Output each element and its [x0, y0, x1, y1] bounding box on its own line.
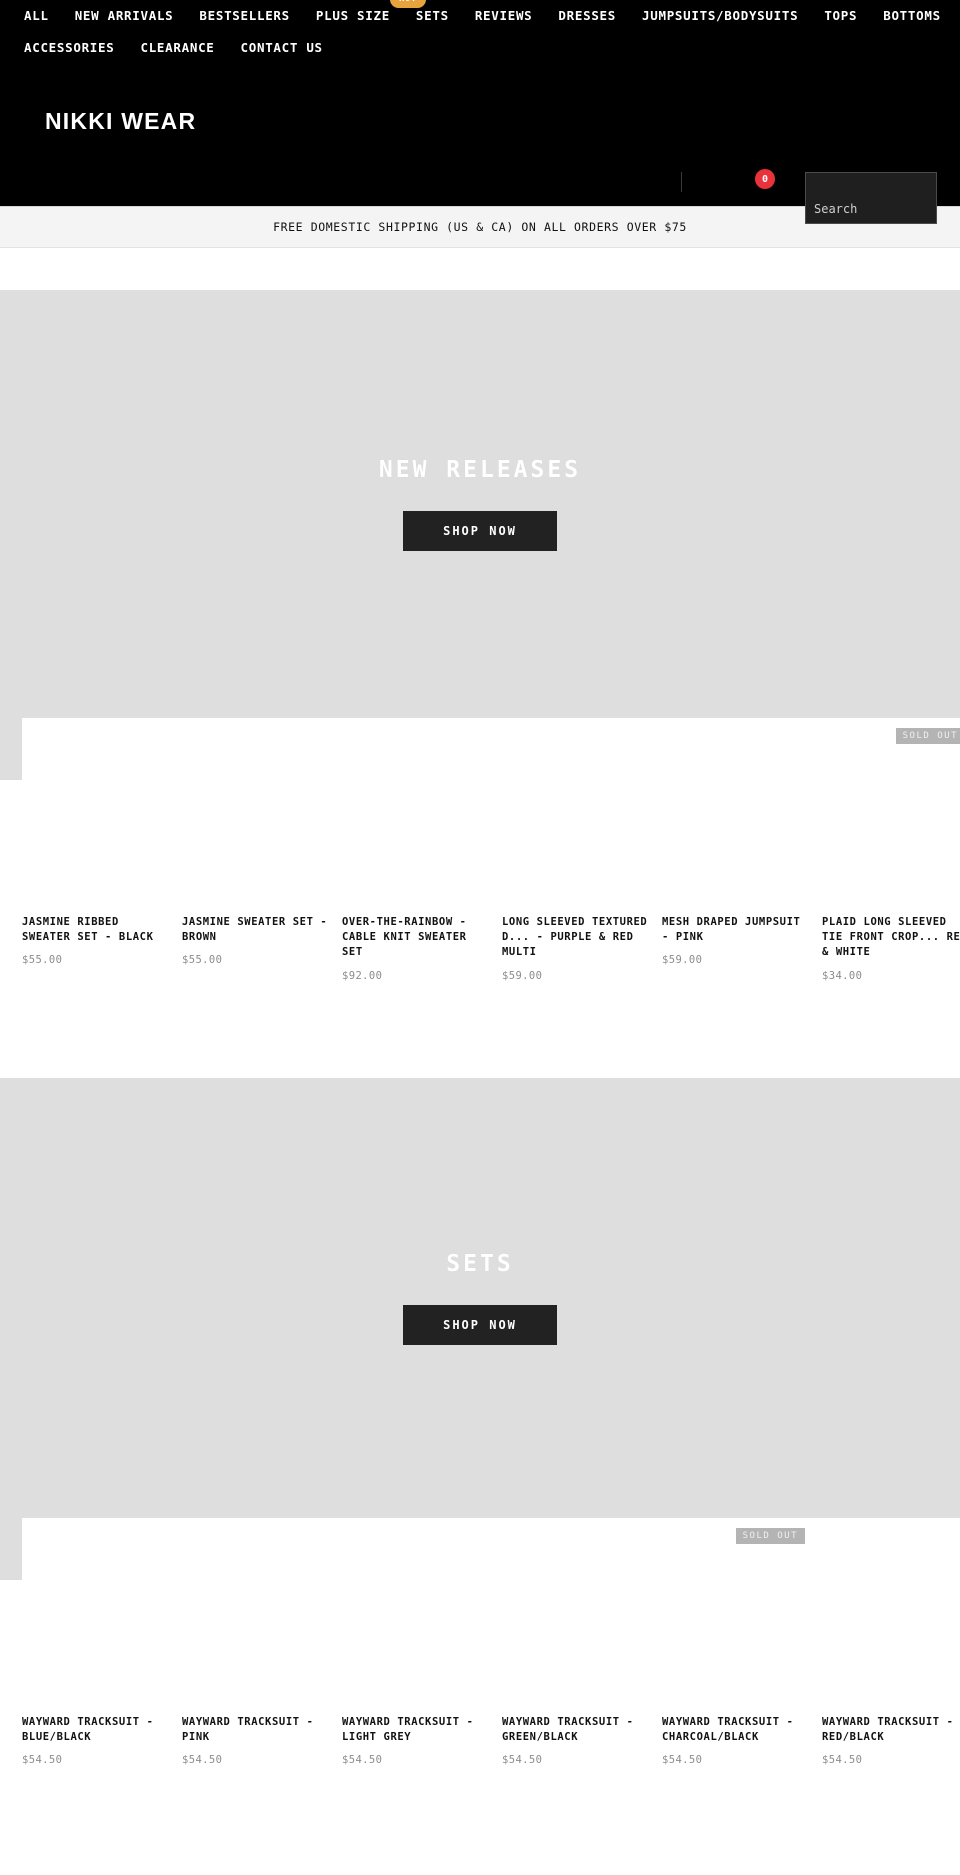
- product-row-sets: WAYWARD TRACKSUIT - BLUE/BLACK $54.50 WA…: [0, 1517, 960, 1767]
- nav-item-new-arrivals[interactable]: NEW ARRIVALS: [75, 8, 174, 23]
- nav-item-contact-us[interactable]: CONTACT US: [241, 40, 323, 55]
- product-card[interactable]: SOLD OUT PLAID LONG SLEEVED TIE FRONT CR…: [822, 718, 960, 982]
- product-title: PLAID LONG SLEEVED TIE FRONT CROP... RED…: [822, 916, 960, 959]
- product-title: WAYWARD TRACKSUIT - BLUE/BLACK: [22, 1715, 154, 1743]
- product-price: $54.50: [182, 1754, 223, 1767]
- nav-item-clearance[interactable]: CLEARANCE: [140, 40, 214, 55]
- hero-new-releases[interactable]: NEW RELEASES SHOP NOW: [0, 290, 960, 718]
- product-image[interactable]: [182, 718, 329, 903]
- product-card[interactable]: WAYWARD TRACKSUIT - LIGHT GREY $54.50: [342, 1517, 502, 1767]
- product-card[interactable]: WAYWARD TRACKSUIT - BLUE/BLACK $54.50: [22, 1517, 182, 1767]
- product-strip-new-releases[interactable]: JASMINE RIBBED SWEATER SET - BLACK $55.0…: [22, 718, 960, 982]
- hero-title-sets: SETS: [446, 1250, 514, 1277]
- product-card[interactable]: LONG SLEEVED TEXTURED D... - PURPLE & RE…: [502, 718, 662, 982]
- product-card[interactable]: WAYWARD TRACKSUIT - PINK $54.50: [182, 1517, 342, 1767]
- product-title: JASMINE SWEATER SET - BROWN: [182, 916, 328, 944]
- product-price: $54.50: [502, 1754, 543, 1767]
- product-price: $55.00: [182, 954, 223, 967]
- nav-item-bestsellers[interactable]: BESTSELLERS: [199, 8, 289, 23]
- product-strip-sets[interactable]: WAYWARD TRACKSUIT - BLUE/BLACK $54.50 WA…: [22, 1517, 960, 1767]
- product-image[interactable]: [342, 1517, 489, 1703]
- product-title: LONG SLEEVED TEXTURED D... - PURPLE & RE…: [502, 916, 648, 959]
- product-image[interactable]: [22, 1517, 169, 1703]
- product-image[interactable]: [342, 718, 489, 903]
- product-image[interactable]: [22, 718, 169, 903]
- nav-row-primary: ALL NEW ARRIVALS BESTSELLERS PLUS SIZE S…: [24, 0, 940, 31]
- shop-now-button-new-releases[interactable]: SHOP NOW: [403, 511, 557, 551]
- nav-item-sets[interactable]: SETS: [416, 8, 449, 23]
- product-title: OVER-THE-RAINBOW - CABLE KNIT SWEATER SE…: [342, 916, 467, 959]
- product-image[interactable]: SOLD OUT: [662, 1517, 809, 1703]
- nav-item-all[interactable]: ALL: [24, 8, 49, 23]
- search-input[interactable]: [805, 172, 937, 224]
- nav-item-jumpsuits-bodysuits[interactable]: JUMPSUITS/BODYSUITS: [642, 8, 798, 23]
- nav-item-bottoms[interactable]: BOTTOMS: [883, 8, 941, 23]
- product-image[interactable]: [822, 1517, 960, 1703]
- product-card[interactable]: MESH DRAPED JUMPSUIT - PINK $59.00: [662, 718, 822, 982]
- product-title: WAYWARD TRACKSUIT - GREEN/BLACK: [502, 1715, 634, 1743]
- promo-badge: HOT: [390, 0, 426, 8]
- site-logo[interactable]: NIKKI WEAR: [45, 108, 196, 135]
- nav-item-tops[interactable]: TOPS: [824, 8, 857, 23]
- product-price: $59.00: [502, 969, 543, 982]
- announcement-text: FREE DOMESTIC SHIPPING (US & CA) ON ALL …: [273, 220, 687, 234]
- product-card[interactable]: JASMINE SWEATER SET - BROWN $55.00: [182, 718, 342, 982]
- product-price: $34.00: [822, 969, 863, 982]
- nav-item-plus-size[interactable]: PLUS SIZE: [316, 8, 390, 23]
- product-title: JASMINE RIBBED SWEATER SET - BLACK: [22, 916, 154, 944]
- cart-count-badge: 0: [755, 169, 775, 189]
- sold-out-badge: SOLD OUT: [895, 728, 960, 744]
- product-image[interactable]: [502, 1517, 649, 1703]
- product-title: WAYWARD TRACKSUIT - RED/BLACK: [822, 1715, 954, 1743]
- section-spacer: [0, 981, 960, 1078]
- product-price: $55.00: [22, 954, 63, 967]
- product-card[interactable]: WAYWARD TRACKSUIT - RED/BLACK $54.50: [822, 1517, 960, 1767]
- nav-row-secondary: ACCESSORIES CLEARANCE CONTACT US: [24, 31, 936, 63]
- product-price: $92.00: [342, 969, 383, 982]
- cart-button[interactable]: 0: [755, 169, 783, 197]
- product-price: $54.50: [342, 1754, 383, 1767]
- product-title: MESH DRAPED JUMPSUIT - PINK: [662, 916, 801, 944]
- nav-item-accessories[interactable]: ACCESSORIES: [24, 40, 114, 55]
- product-image[interactable]: [502, 718, 649, 903]
- product-row-new-releases: JASMINE RIBBED SWEATER SET - BLACK $55.0…: [0, 718, 960, 982]
- product-price: $54.50: [662, 1754, 703, 1767]
- product-image[interactable]: SOLD OUT: [822, 718, 960, 903]
- nav-item-dresses[interactable]: DRESSES: [558, 8, 616, 23]
- sold-out-badge: SOLD OUT: [735, 1527, 805, 1544]
- nav-rows: ALL NEW ARRIVALS BESTSELLERS PLUS SIZE S…: [0, 0, 960, 63]
- product-card[interactable]: OVER-THE-RAINBOW - CABLE KNIT SWEATER SE…: [342, 718, 502, 982]
- product-title: WAYWARD TRACKSUIT - LIGHT GREY: [342, 1715, 474, 1743]
- product-image[interactable]: [182, 1517, 329, 1703]
- product-title: WAYWARD TRACKSUIT - PINK: [182, 1715, 314, 1743]
- spacer-top: [0, 248, 960, 290]
- product-image[interactable]: [662, 718, 809, 903]
- product-card[interactable]: SOLD OUT WAYWARD TRACKSUIT - CHARCOAL/BL…: [662, 1517, 822, 1767]
- header-divider: [681, 172, 682, 192]
- product-price: $54.50: [822, 1754, 863, 1767]
- shop-now-button-sets[interactable]: SHOP NOW: [403, 1304, 557, 1345]
- product-title: WAYWARD TRACKSUIT - CHARCOAL/BLACK: [662, 1715, 794, 1743]
- product-price: $54.50: [22, 1754, 63, 1767]
- nav-item-reviews[interactable]: REVIEWS: [475, 8, 533, 23]
- product-card[interactable]: WAYWARD TRACKSUIT - GREEN/BLACK $54.50: [502, 1517, 662, 1767]
- product-price: $59.00: [662, 954, 703, 967]
- top-navigation-bar: HOT ALL NEW ARRIVALS BESTSELLERS PLUS SI…: [0, 0, 960, 224]
- hero-sets[interactable]: SETS SHOP NOW: [0, 1077, 960, 1518]
- product-card[interactable]: JASMINE RIBBED SWEATER SET - BLACK $55.0…: [22, 718, 182, 982]
- hero-title-new-releases: NEW RELEASES: [378, 457, 582, 483]
